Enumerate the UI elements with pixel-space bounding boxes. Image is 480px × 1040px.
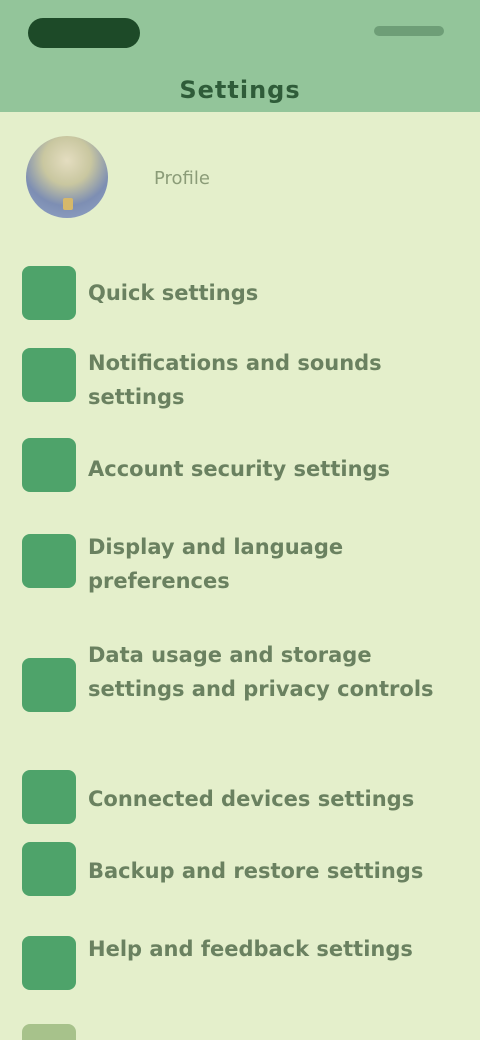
green-square-icon (22, 266, 76, 320)
page-title: Settings (179, 76, 301, 104)
menu-item-label: Quick settings (88, 281, 259, 305)
avatar-badge (63, 198, 73, 210)
green-square-icon (22, 842, 76, 896)
green-square-icon (22, 1024, 76, 1040)
green-square-icon (22, 438, 76, 492)
green-square-icon (22, 658, 76, 712)
green-square-icon (22, 348, 76, 402)
green-square-icon (22, 770, 76, 824)
status-indicator (374, 26, 444, 36)
status-pill (28, 18, 140, 48)
menu-item-label: Display and language preferences (88, 535, 344, 593)
menu-item-label: Data usage and storage settings and priv… (88, 643, 434, 701)
top-bar: Settings (0, 0, 480, 112)
profile-name: Profile (154, 168, 210, 189)
menu-item-label: Account security settings (88, 457, 391, 481)
menu-item-label: Connected devices settings (88, 787, 415, 811)
green-square-icon (22, 936, 76, 990)
menu-item-label: Backup and restore settings (88, 859, 424, 883)
green-square-icon (22, 534, 76, 588)
menu-item-label: Notifications and sounds settings (88, 351, 382, 409)
menu-item-label: Help and feedback settings (88, 937, 413, 961)
user-avatar-icon[interactable] (26, 136, 108, 218)
settings-screen: Settings Profile Quick settings Notifica… (0, 0, 480, 1040)
profile-row[interactable]: Profile (0, 120, 480, 230)
